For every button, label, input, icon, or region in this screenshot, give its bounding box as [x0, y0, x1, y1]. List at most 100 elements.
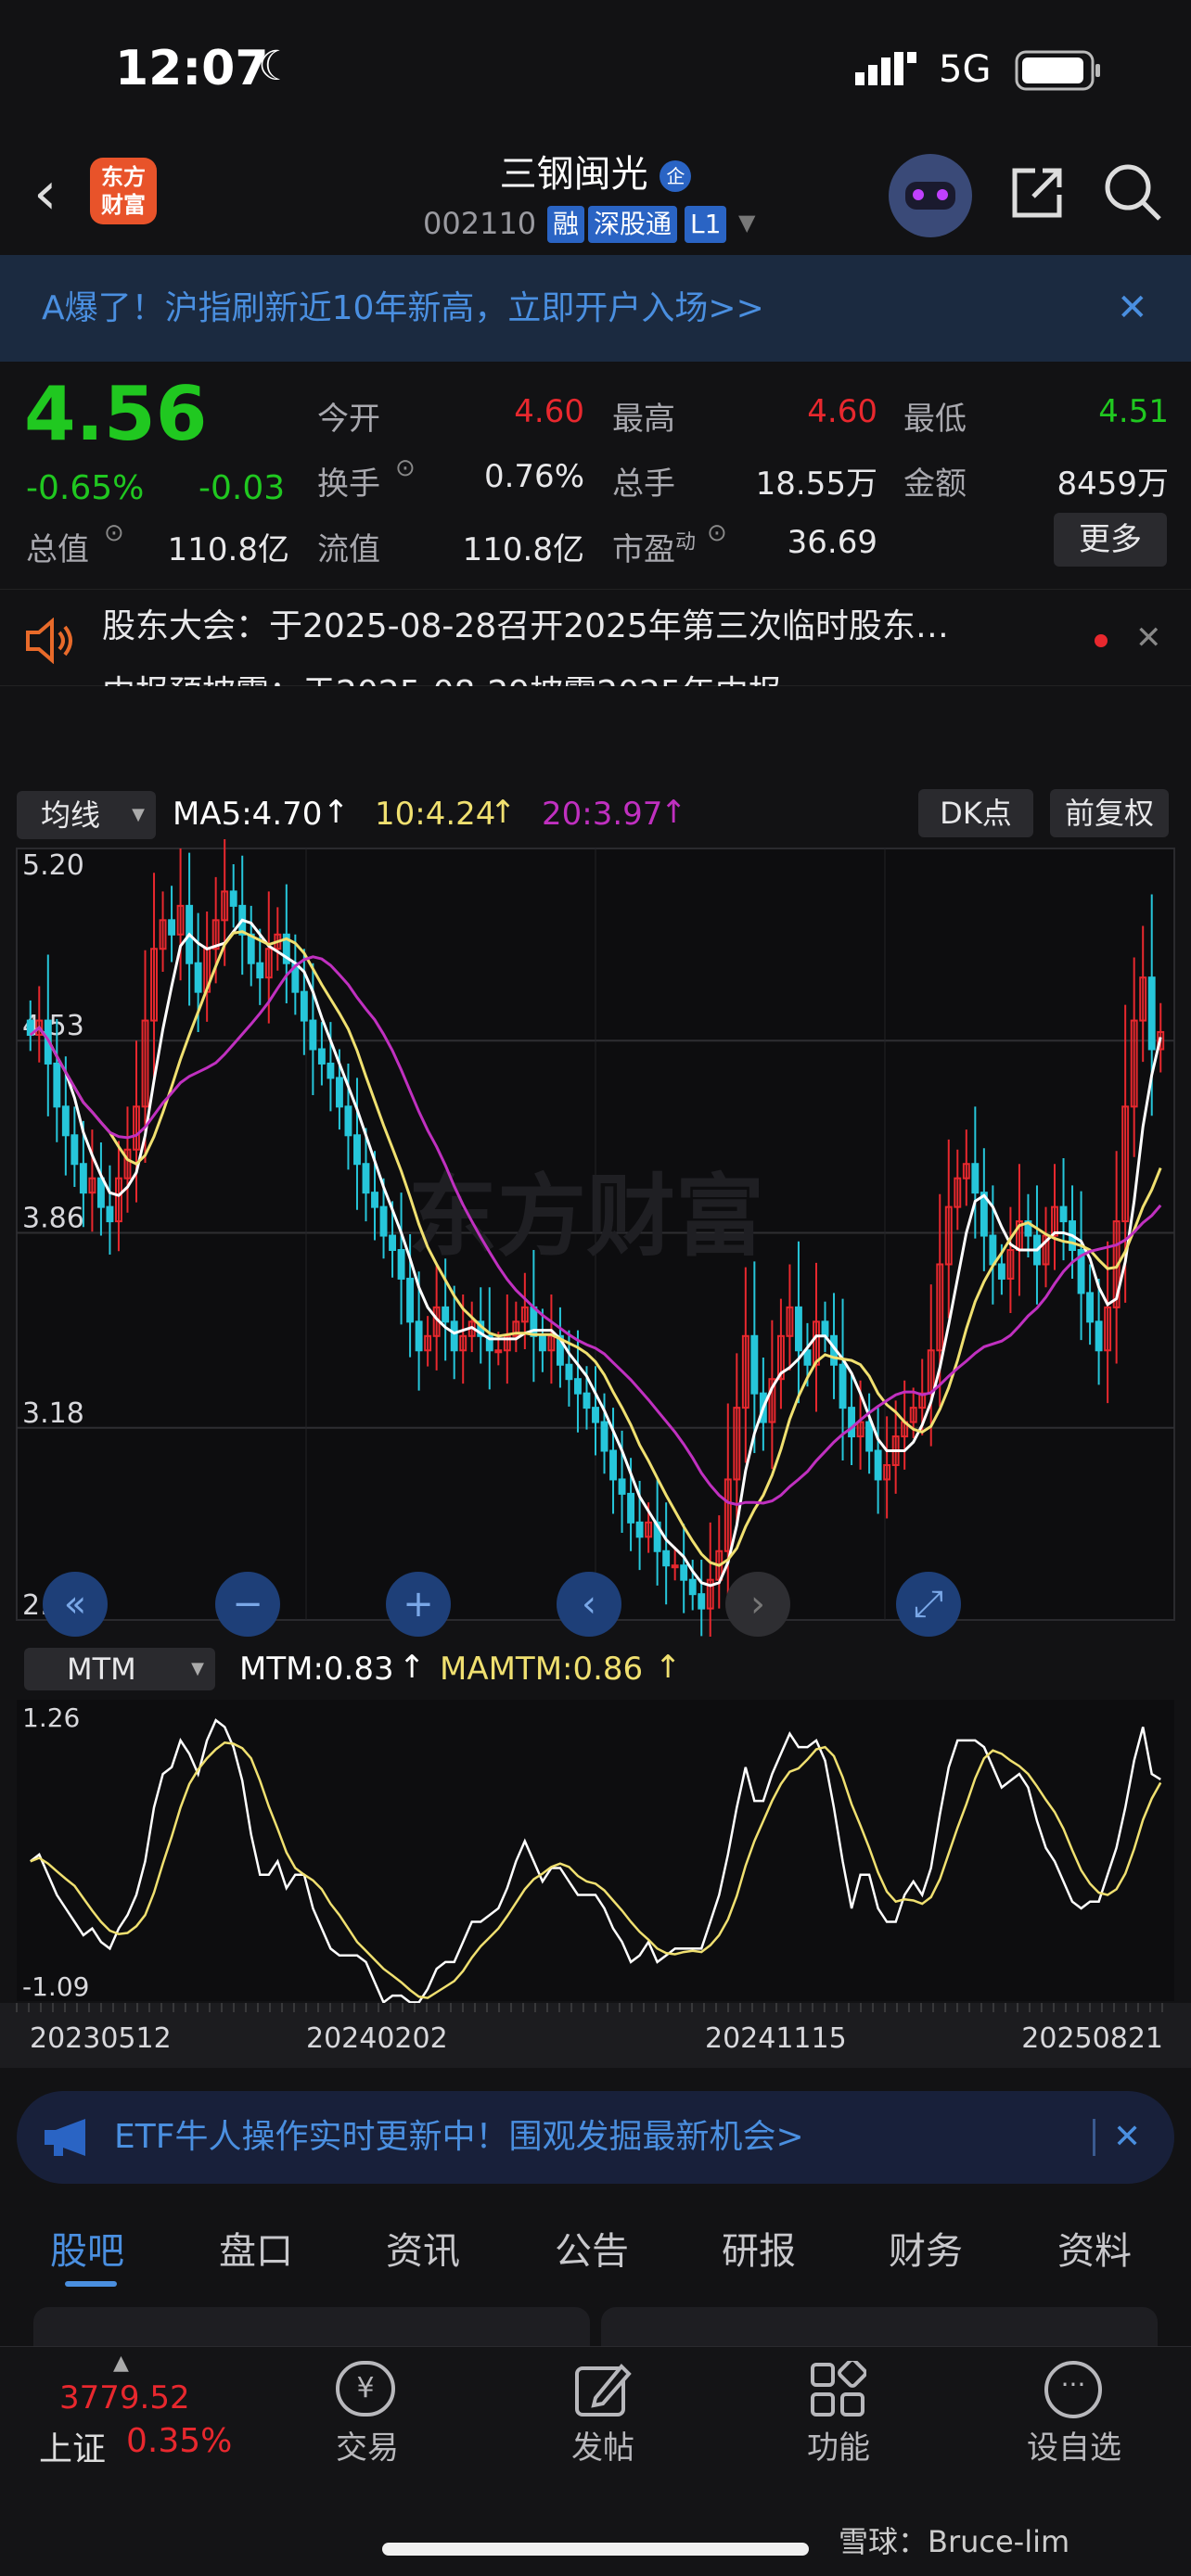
watermark-text: 东方财富: [408, 1165, 764, 1269]
etf-banner[interactable]: ETF牛人操作实时更新中！围观发掘最新机会> ✕: [17, 2091, 1174, 2184]
nav-functions[interactable]: 功能: [764, 2422, 913, 2468]
search-icon[interactable]: [1102, 161, 1165, 224]
y-tick-label: 3.86: [22, 1202, 84, 1234]
candle-body: [1059, 1205, 1068, 1223]
adjust-button[interactable]: 前复权: [1050, 789, 1169, 837]
sub-indicator-select[interactable]: MTM ▼: [24, 1648, 215, 1690]
candle-body: [389, 1234, 397, 1252]
ma-select-label: 均线: [41, 797, 101, 833]
sub-indicator-label: MTM: [67, 1651, 136, 1687]
status-time: 12:07: [115, 41, 269, 96]
more-button[interactable]: 更多: [1054, 513, 1167, 567]
candle-body: [327, 1062, 335, 1079]
info-icon[interactable]: ⊙: [104, 519, 124, 547]
megaphone-icon: [45, 2119, 85, 2156]
dk-button[interactable]: DK点: [918, 789, 1033, 837]
candle-body: [406, 1277, 415, 1323]
candle-body: [61, 1105, 70, 1137]
close-icon[interactable]: ✕: [1113, 2091, 1141, 2184]
mtm-chart[interactable]: 1.26 -1.09 20230512 20240202 20241115 2025082…: [0, 1695, 1191, 2075]
tag-level: L1: [685, 206, 727, 243]
info-icon[interactable]: ⊙: [395, 454, 416, 482]
candle-body: [989, 1234, 997, 1266]
candle-body: [600, 1421, 608, 1452]
fullscreen-button[interactable]: ⤢: [896, 1572, 961, 1637]
tag-connect: 深股通: [588, 206, 678, 243]
etf-text: ETF牛人操作实时更新中！围观发掘最新机会>: [114, 2118, 804, 2156]
active-tab-indicator: [65, 2281, 117, 2287]
zoom-in-button[interactable]: +: [386, 1572, 451, 1637]
index-value: 3779.52: [59, 2379, 190, 2417]
open-value: 4.60: [514, 393, 584, 430]
index-widget[interactable]: ▲ 3779.52 上证 0.35%: [19, 2352, 260, 2468]
tab-profile[interactable]: 资料: [1057, 2221, 1132, 2275]
ma20-arrow: ↑: [660, 794, 687, 831]
tab-financials[interactable]: 财务: [889, 2221, 963, 2275]
tab-announcements[interactable]: 公告: [555, 2221, 629, 2275]
mktcap-value: 110.8亿: [167, 531, 289, 568]
promo-banner[interactable]: A爆了！沪指刷新近10年新高，立即开户入场>> ✕: [0, 255, 1191, 362]
ma5-arrow: ↑: [323, 794, 350, 831]
candle-body: [300, 990, 308, 1022]
volume-label: 总手: [612, 465, 675, 503]
fast-back-button[interactable]: «: [43, 1572, 108, 1637]
candle-body: [618, 1478, 626, 1495]
zoom-out-button[interactable]: −: [215, 1572, 280, 1637]
volume-value: 18.55万: [755, 465, 877, 503]
forum-card-right[interactable]: [601, 2307, 1158, 2348]
mtm-readout: MTM:0.83: [239, 1651, 394, 1688]
candle-body: [821, 1320, 829, 1337]
candle-body: [574, 1378, 582, 1395]
nav-post[interactable]: 发帖: [529, 2422, 677, 2468]
notice-bar[interactable]: 股东大会：于2025-08-28召开2025年第三次临时股东… 中报预披露：于2…: [0, 589, 1191, 686]
candle-body: [379, 1205, 388, 1237]
unread-dot: [1095, 634, 1108, 647]
candle-body: [635, 1521, 644, 1538]
compose-icon: [575, 2364, 632, 2417]
chart-tabs: 分时 五日 日K 周K 月K 更多 ◢ ⚙: [0, 691, 1191, 1466]
tab-research[interactable]: 研报: [722, 2221, 796, 2275]
candle-body: [309, 1019, 317, 1051]
move-left-button[interactable]: ‹: [557, 1572, 621, 1637]
candle-body: [803, 1349, 812, 1366]
forum-card-left[interactable]: [33, 2307, 590, 2348]
share-icon[interactable]: [1007, 163, 1067, 223]
battery-icon: [1015, 50, 1100, 91]
close-icon[interactable]: ✕: [1117, 255, 1148, 362]
candle-body: [848, 1407, 856, 1438]
candle-body: [971, 1163, 980, 1194]
float-value: 110.8亿: [462, 531, 584, 568]
ma5-readout: MA5:4.70: [173, 796, 323, 833]
tab-forum[interactable]: 股吧: [50, 2221, 124, 2275]
mtm-arrow: ↑: [399, 1649, 426, 1686]
candle-body: [344, 1105, 352, 1137]
info-icon[interactable]: ⊙: [707, 519, 727, 547]
home-indicator[interactable]: [382, 2543, 809, 2556]
ma-select[interactable]: 均线 ▼: [17, 791, 156, 839]
y-tick-label: 5.20: [22, 849, 84, 882]
move-right-button[interactable]: ›: [725, 1572, 790, 1637]
candle-body: [1086, 1292, 1095, 1323]
mtm-y-tick-label: 1.26: [22, 1702, 80, 1733]
candle-body: [106, 1205, 114, 1223]
close-icon[interactable]: ✕: [1135, 619, 1162, 657]
candle-body: [627, 1492, 635, 1524]
tab-order-book[interactable]: 盘口: [219, 2221, 293, 2275]
dropdown-icon[interactable]: ▼: [738, 210, 755, 236]
mamtm-readout: MAMTM:0.86: [440, 1651, 644, 1688]
tab-news[interactable]: 资讯: [386, 2221, 460, 2275]
candle-body: [1095, 1320, 1103, 1352]
mtm-plot-area: [17, 1700, 1174, 2001]
candlestick-chart[interactable]: 5.204.533.863.182.51东方财富: [0, 839, 1191, 1637]
nav-trade[interactable]: 交易: [293, 2422, 442, 2468]
candle-body: [794, 1306, 802, 1352]
ma10-arrow: ↑: [490, 794, 517, 831]
robot-avatar[interactable]: [889, 154, 972, 237]
nav-add-watchlist[interactable]: 设自选: [1000, 2422, 1148, 2468]
candle-body: [96, 1177, 105, 1208]
speaker-icon: [26, 618, 72, 664]
current-price: 4.56: [24, 371, 208, 457]
candle-body: [415, 1320, 423, 1352]
mktcap-label: 总值: [26, 531, 89, 568]
candle-body: [317, 1048, 326, 1065]
